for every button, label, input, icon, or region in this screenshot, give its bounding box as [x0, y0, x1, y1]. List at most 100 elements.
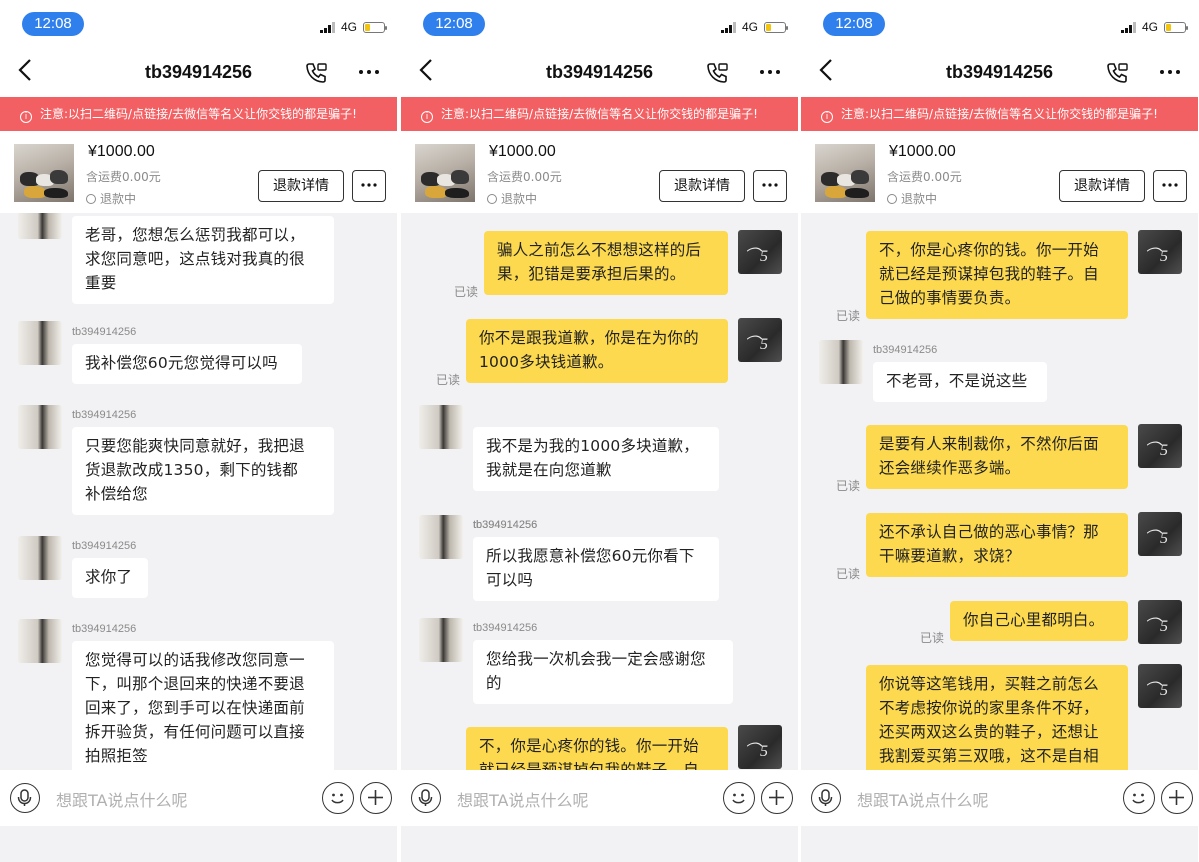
refund-status-text: 退款中 — [501, 192, 538, 206]
emoji-icon[interactable] — [322, 782, 354, 814]
refund-details-button[interactable]: 退款详情 — [659, 170, 745, 202]
signal-icon — [1120, 21, 1136, 33]
message-bubble[interactable]: 骗人之前怎么不想想这样的后 果，犯错是要承担后果的。 — [484, 231, 728, 295]
message-bubble[interactable]: 我不是为我的1000多块道歉， 我就是在向您道歉 — [473, 427, 719, 491]
message-line: 我割爱买第三双哦，这不是自相 — [879, 747, 1099, 765]
message-line: 所以我愿意补偿您60元你看下 — [486, 547, 695, 565]
message-input[interactable]: 想跟TA说点什么呢 — [857, 787, 988, 811]
message-bubble[interactable]: 我补偿您60元您觉得可以吗 — [72, 344, 302, 384]
phone-call-icon[interactable] — [303, 60, 329, 86]
avatar[interactable] — [18, 321, 62, 365]
clock-icon — [487, 194, 497, 204]
avatar[interactable] — [18, 619, 62, 663]
avatar[interactable] — [18, 213, 62, 239]
more-options-icon[interactable] — [357, 60, 381, 89]
status-bar: 12:08 4G — [801, 0, 1198, 48]
clock-icon — [887, 194, 897, 204]
message-line: 干嘛要道歉，求饶？ — [879, 547, 1021, 565]
message-line: 还买两双这么贵的鞋子，还想让 — [879, 723, 1099, 741]
avatar[interactable]: ⌒5 — [1138, 600, 1182, 644]
message-list[interactable]: ⌒5 骗人之前怎么不想想这样的后 果，犯错是要承担后果的。 已读 ⌒5 你不是跟我道歉，你… — [401, 213, 798, 770]
message-line: 只要您能爽快同意就好，我把退 — [85, 437, 305, 455]
add-attachment-icon[interactable] — [360, 782, 392, 814]
avatar[interactable] — [18, 536, 62, 580]
more-options-icon[interactable] — [758, 60, 782, 89]
message-bubble[interactable]: 所以我愿意补偿您60元你看下 可以吗 — [473, 537, 719, 601]
order-more-button[interactable] — [1153, 170, 1187, 202]
add-attachment-icon[interactable] — [1161, 782, 1193, 814]
message-list[interactable]: ⌒5 不，你是心疼你的钱。你一开始 就已经是预谋掉包我的鞋子。自 己做的事情要负责。已… — [801, 213, 1198, 770]
refund-status: 退款中 — [86, 190, 136, 207]
order-card[interactable]: ¥1000.00 含运费0.00元 退款中 退款详情 — [0, 131, 397, 213]
read-receipt: 已读 — [835, 479, 860, 493]
shipping-fee: 含运费0.00元 — [86, 170, 161, 184]
emoji-icon[interactable] — [723, 782, 755, 814]
more-options-icon[interactable] — [1158, 60, 1182, 89]
phone-call-icon[interactable] — [1104, 60, 1130, 86]
message-bubble[interactable]: 你说等这笔钱用，买鞋之前怎么 不考虑按你说的家里条件不好， 还买两双这么贵的鞋子，还… — [866, 665, 1128, 770]
order-card[interactable]: ¥1000.00 含运费0.00元 退款中 退款详情 — [801, 131, 1198, 213]
avatar[interactable] — [18, 405, 62, 449]
message-bubble[interactable]: 不老哥，不是说这些 — [873, 362, 1047, 402]
message-input[interactable]: 想跟TA说点什么呢 — [56, 787, 187, 811]
battery-icon — [1164, 21, 1188, 33]
sender-name: tb394914256 — [72, 623, 137, 635]
status-time: 12:08 — [22, 12, 84, 36]
message-bubble[interactable]: 是要有人来制裁你，不然你后面 还会继续作恶多端。 — [866, 425, 1128, 489]
avatar[interactable] — [419, 618, 463, 662]
network-label: 4G — [741, 20, 758, 34]
message-bubble[interactable]: 你不是跟我道歉，你是在为你的 1000多块钱道歉。 — [466, 319, 728, 383]
message-bubble[interactable]: 不，你是心疼你的钱。你一开始 就已经是预谋掉包我的鞋子。自 — [466, 727, 728, 770]
message-line: 就已经是预谋掉包我的鞋子。自 — [479, 761, 699, 770]
avatar[interactable] — [819, 340, 863, 384]
status-bar: 12:08 4G — [401, 0, 798, 48]
message-bubble[interactable]: 只要您能爽快同意就好，我把退 货退款改成1350，剩下的钱都 补偿给您 — [72, 427, 334, 515]
avatar[interactable]: ⌒5 — [738, 230, 782, 274]
sender-name: tb394914256 — [72, 540, 137, 552]
clock-icon — [86, 194, 96, 204]
avatar[interactable]: ⌒5 — [1138, 424, 1182, 468]
avatar[interactable] — [419, 515, 463, 559]
add-attachment-icon[interactable] — [761, 782, 793, 814]
product-thumbnail — [415, 144, 475, 202]
message-bubble[interactable]: 老哥，您想怎么惩罚我都可以， 求您同意吧，这点钱对我真的很 重要 — [72, 216, 334, 304]
message-bubble[interactable]: 求你了 — [72, 558, 148, 598]
order-card[interactable]: ¥1000.00 含运费0.00元 退款中 退款详情 — [401, 131, 798, 213]
order-more-button[interactable] — [352, 170, 386, 202]
voice-input-icon[interactable] — [411, 783, 441, 813]
refund-details-button[interactable]: 退款详情 — [1059, 170, 1145, 202]
message-bubble[interactable]: 您给我一次机会我一定会感谢您的 — [473, 640, 733, 704]
message-bubble[interactable]: 你自己心里都明白。 — [950, 601, 1128, 641]
shipping-fee: 含运费0.00元 — [887, 170, 962, 184]
avatar[interactable]: ⌒5 — [1138, 664, 1182, 708]
chat-title: tb394914256 — [945, 62, 1054, 82]
navigation-bar: tb394914256 — [0, 52, 397, 94]
sender-name: tb394914256 — [873, 344, 938, 356]
phone-screen: 12:08 4G tb394914256 i 注意:以扫二维码/点链接/去微信等名义让你… — [0, 0, 397, 862]
message-list[interactable]: 老哥，您想怎么惩罚我都可以， 求您同意吧，这点钱对我真的很 重要 tb39491425… — [0, 213, 397, 770]
emoji-icon[interactable] — [1123, 782, 1155, 814]
message-input[interactable]: 想跟TA说点什么呢 — [457, 787, 588, 811]
message-line: 货退款改成1350，剩下的钱都 — [85, 461, 298, 479]
scam-warning-banner: i 注意:以扫二维码/点链接/去微信等名义让你交钱的都是骗子! — [801, 97, 1198, 131]
read-receipt: 已读 — [435, 373, 460, 387]
avatar[interactable]: ⌒5 — [738, 318, 782, 362]
message-bubble[interactable]: 还不承认自己做的恶心事情？那 干嘛要道歉，求饶？ — [866, 513, 1128, 577]
refund-details-button[interactable]: 退款详情 — [258, 170, 344, 202]
voice-input-icon[interactable] — [811, 783, 841, 813]
voice-input-icon[interactable] — [10, 783, 40, 813]
message-bubble[interactable]: 您觉得可以的话我修改您同意一 下，叫那个退回来的快递不要退 回来了，您到手可以在快递… — [72, 641, 334, 770]
sender-name: tb394914256 — [72, 409, 137, 421]
message-line: 不老哥，不是说这些 — [886, 372, 1028, 390]
avatar[interactable] — [419, 405, 463, 449]
phone-call-icon[interactable] — [704, 60, 730, 86]
avatar[interactable]: ⌒5 — [738, 725, 782, 769]
avatar[interactable]: ⌒5 — [1138, 230, 1182, 274]
order-more-button[interactable] — [753, 170, 787, 202]
message-bubble[interactable]: 不，你是心疼你的钱。你一开始 就已经是预谋掉包我的鞋子。自 己做的事情要负责。 — [866, 231, 1128, 319]
message-line: 你自己心里都明白。 — [963, 611, 1105, 629]
status-indicators: 4G — [1120, 20, 1188, 34]
message-line: 就已经是预谋掉包我的鞋子。自 — [879, 265, 1099, 283]
screenshot-collage: 12:08 4G tb394914256 i 注意:以扫二维码/点链接/去微信等名义让你… — [0, 0, 1199, 862]
avatar[interactable]: ⌒5 — [1138, 512, 1182, 556]
